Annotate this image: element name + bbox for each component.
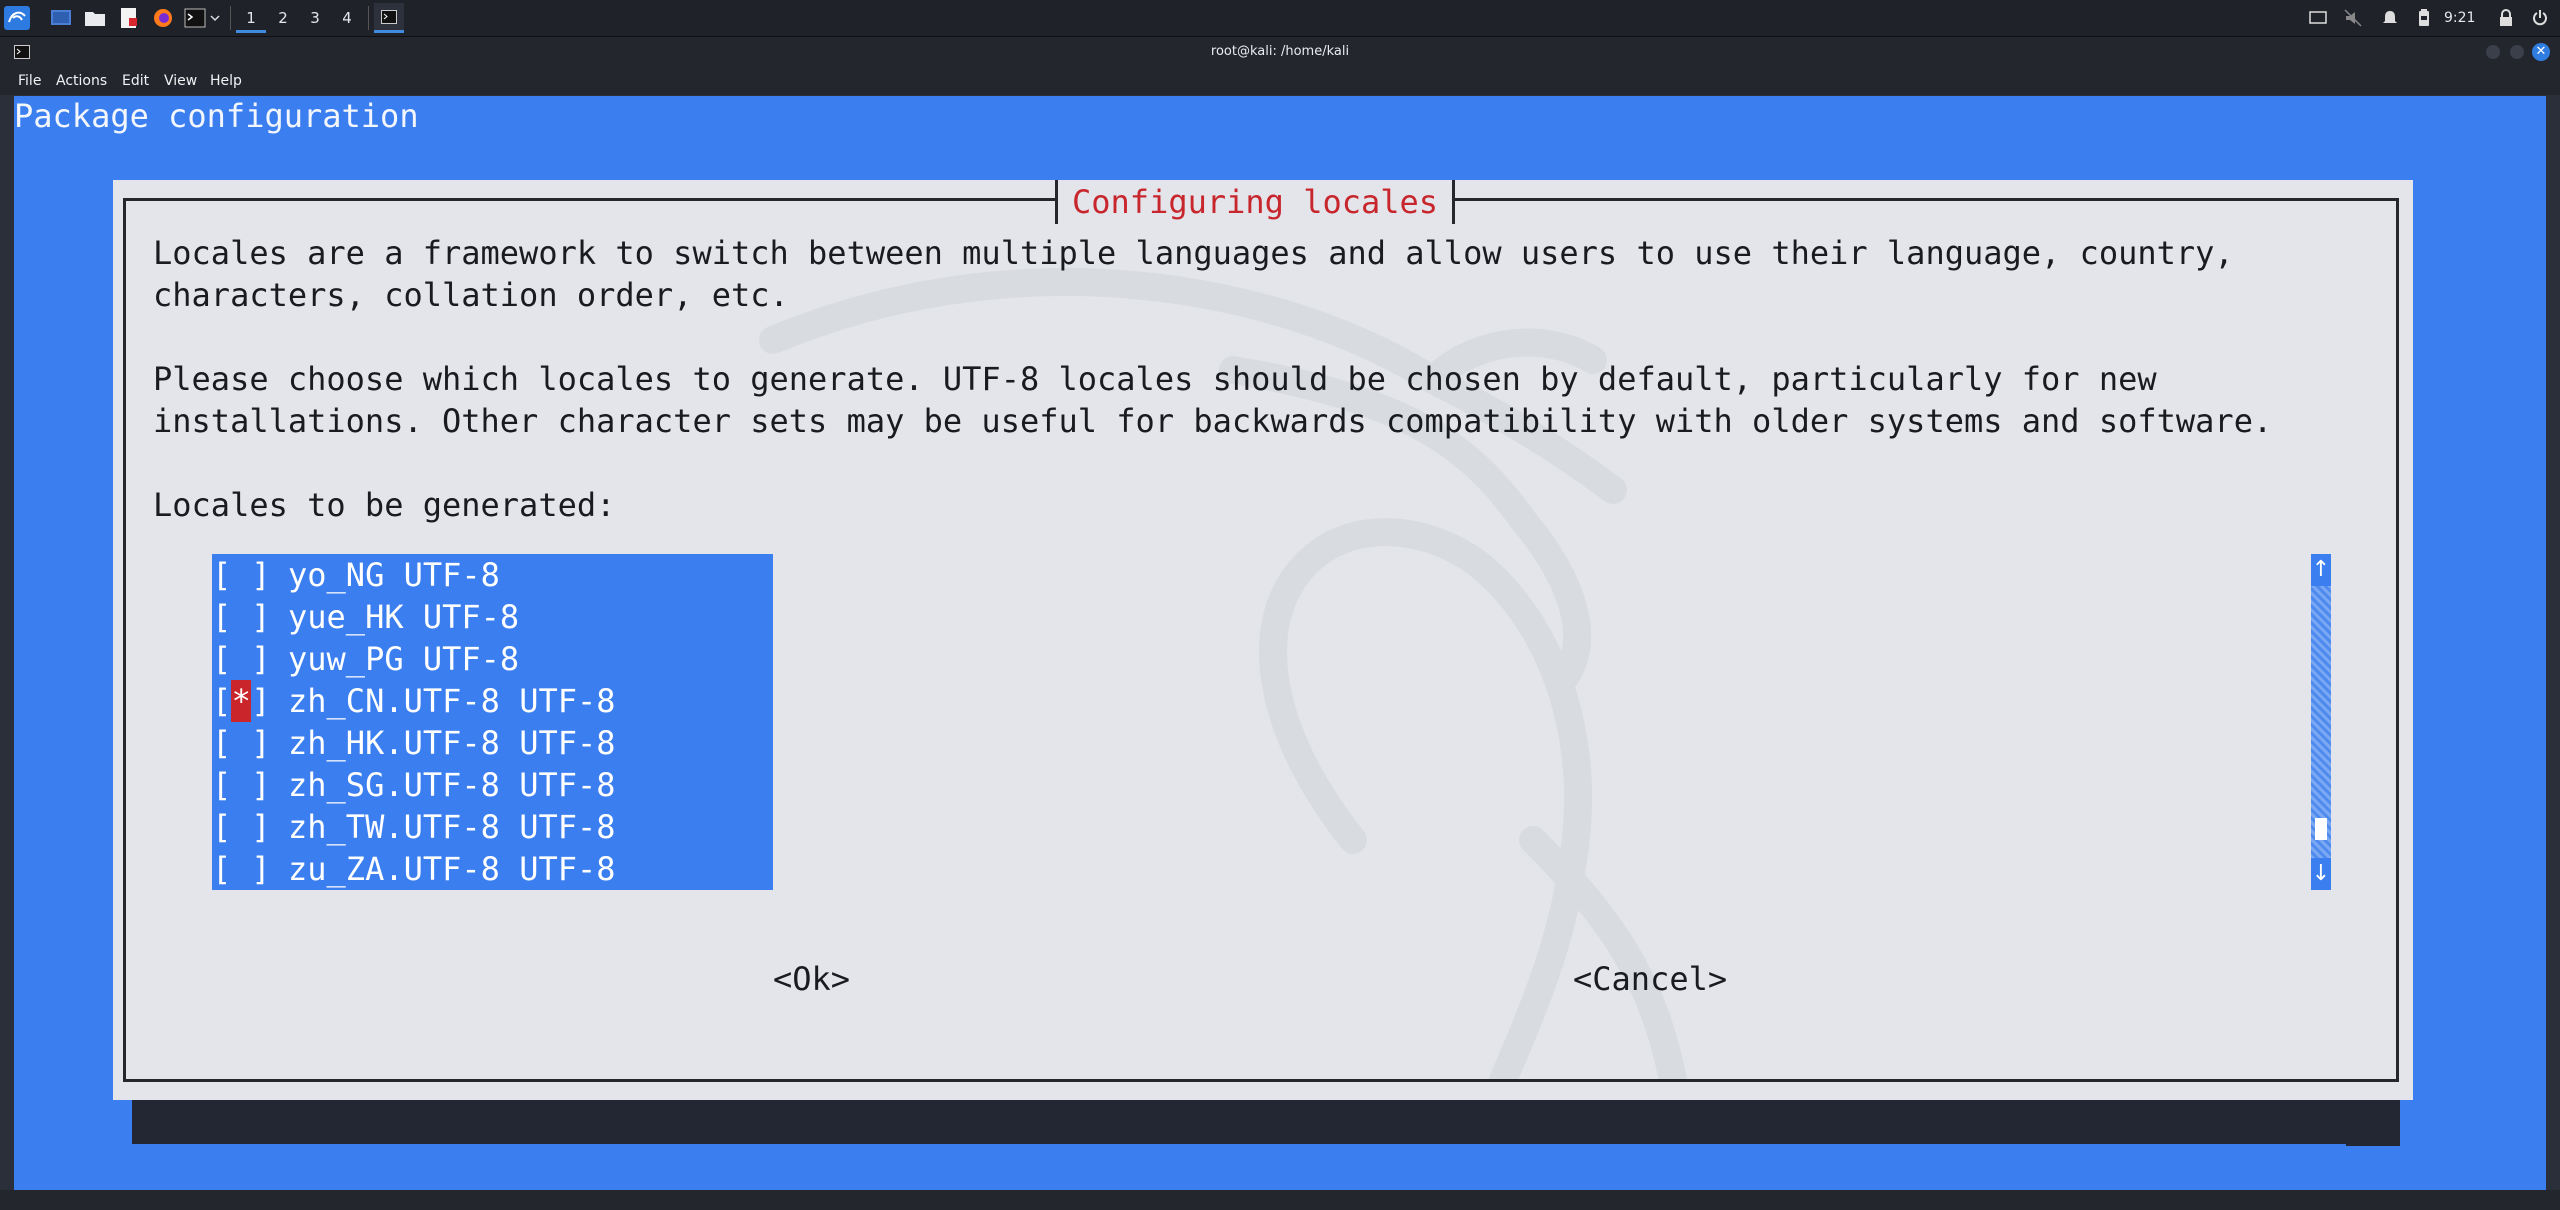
top-panel: 1 2 3 4 9:21 bbox=[0, 0, 2560, 37]
text-editor-icon[interactable] bbox=[118, 6, 140, 30]
workspace-2[interactable]: 2 bbox=[268, 3, 298, 33]
description-line-1: Locales are a framework to switch betwee… bbox=[153, 234, 2234, 272]
logout-icon[interactable] bbox=[2530, 8, 2550, 28]
instruction-line-1: Please choose which locales to generate.… bbox=[153, 360, 2157, 398]
notification-bell-icon[interactable] bbox=[2380, 8, 2400, 28]
locale-label: zh_HK.UTF-8 UTF-8 bbox=[288, 724, 616, 762]
workspace-4[interactable]: 4 bbox=[332, 3, 362, 33]
locale-label: zh_TW.UTF-8 UTF-8 bbox=[288, 808, 616, 846]
locales-dialog: Configuring locales Locales are a framew… bbox=[113, 180, 2413, 1100]
menu-actions[interactable]: Actions bbox=[56, 67, 107, 95]
list-item[interactable]: [ ] zh_TW.UTF-8 UTF-8 bbox=[212, 806, 773, 848]
list-item-selected[interactable]: [*] zh_CN.UTF-8 UTF-8 bbox=[212, 680, 773, 722]
list-item[interactable]: [ ] yuw_PG UTF-8 bbox=[212, 638, 773, 680]
clock[interactable]: 9:21 bbox=[2444, 0, 2475, 36]
window-titlebar[interactable]: root@kali: /home/kali ✕ bbox=[0, 37, 2560, 67]
window-title: root@kali: /home/kali bbox=[1210, 44, 1350, 59]
terminal-area[interactable]: Package configuration Configuring locale… bbox=[14, 96, 2546, 1190]
chevron-down-icon[interactable] bbox=[209, 6, 221, 30]
checkbox[interactable]: [ ] bbox=[212, 596, 288, 638]
maximize-button[interactable] bbox=[2510, 45, 2524, 59]
scroll-thumb[interactable] bbox=[2315, 818, 2327, 840]
dialog-title-box: Configuring locales bbox=[1055, 180, 1456, 224]
package-configuration-header: Package configuration bbox=[14, 97, 419, 135]
locale-label: zh_CN.UTF-8 UTF-8 bbox=[288, 682, 616, 720]
menu-edit[interactable]: Edit bbox=[122, 67, 149, 95]
terminal-icon bbox=[381, 10, 397, 24]
separator bbox=[368, 6, 369, 30]
menu-view[interactable]: View bbox=[164, 67, 197, 95]
scroll-up-arrow-icon[interactable]: ↑ bbox=[2311, 554, 2331, 586]
minimize-button[interactable] bbox=[2486, 45, 2500, 59]
cancel-button[interactable]: <Cancel> bbox=[1573, 958, 1727, 1000]
ok-button[interactable]: <Ok> bbox=[773, 958, 850, 1000]
instruction-line-2: installations. Other character sets may … bbox=[153, 402, 2273, 440]
list-item[interactable]: [ ] zh_SG.UTF-8 UTF-8 bbox=[212, 764, 773, 806]
dialog-title: Configuring locales bbox=[1072, 183, 1439, 221]
checkbox[interactable]: [ ] bbox=[212, 764, 288, 806]
locale-label: yuw_PG UTF-8 bbox=[288, 640, 520, 678]
list-item[interactable]: [ ] yue_HK UTF-8 bbox=[212, 596, 773, 638]
volume-muted-icon[interactable] bbox=[2343, 8, 2363, 28]
description-line-2: characters, collation order, etc. bbox=[153, 276, 789, 314]
lock-screen-icon[interactable] bbox=[2496, 8, 2516, 28]
locales-list[interactable]: [ ] yo_NG UTF-8 [ ] yue_HK UTF-8 [ ] yuw_PG… bbox=[212, 554, 773, 890]
menu-file[interactable]: File bbox=[18, 67, 41, 95]
list-scrollbar[interactable]: ↑ ↓ bbox=[2311, 554, 2331, 890]
workspace-3[interactable]: 3 bbox=[300, 3, 330, 33]
battery-icon[interactable] bbox=[2414, 8, 2434, 28]
close-icon: ✕ bbox=[2535, 44, 2547, 59]
window-bottom-edge bbox=[0, 1190, 2560, 1210]
locale-label: zh_SG.UTF-8 UTF-8 bbox=[288, 766, 616, 804]
list-item[interactable]: [ ] zu_ZA.UTF-8 UTF-8 bbox=[212, 848, 773, 890]
checkbox[interactable]: [ ] bbox=[212, 722, 288, 764]
show-desktop-icon[interactable] bbox=[50, 6, 72, 30]
locale-label: yue_HK UTF-8 bbox=[288, 598, 520, 636]
checkbox[interactable]: [ ] bbox=[212, 638, 288, 680]
list-item[interactable]: [ ] zh_HK.UTF-8 UTF-8 bbox=[212, 722, 773, 764]
checkbox[interactable]: [ ] bbox=[212, 806, 288, 848]
close-button[interactable]: ✕ bbox=[2532, 43, 2550, 61]
locale-label: zu_ZA.UTF-8 UTF-8 bbox=[288, 850, 616, 888]
scroll-down-arrow-icon[interactable]: ↓ bbox=[2311, 858, 2331, 890]
menubar: File Actions Edit View Help bbox=[0, 67, 2560, 95]
checkbox-checked[interactable]: [*] bbox=[212, 680, 288, 722]
locale-label: yo_NG UTF-8 bbox=[288, 556, 500, 594]
file-manager-icon[interactable] bbox=[84, 6, 106, 30]
list-label: Locales to be generated: bbox=[153, 486, 616, 524]
checkbox[interactable]: [ ] bbox=[212, 554, 288, 596]
display-icon[interactable] bbox=[2308, 8, 2328, 28]
taskbar-terminal-button[interactable] bbox=[374, 3, 404, 33]
list-item[interactable]: [ ] yo_NG UTF-8 bbox=[212, 554, 773, 596]
terminal-launcher-icon[interactable] bbox=[184, 6, 206, 30]
firefox-icon[interactable] bbox=[152, 6, 174, 30]
checkbox[interactable]: [ ] bbox=[212, 848, 288, 890]
menu-help[interactable]: Help bbox=[210, 67, 242, 95]
dialog-shadow-bottom bbox=[132, 1096, 2400, 1144]
separator bbox=[230, 6, 231, 30]
kali-menu-icon[interactable] bbox=[4, 6, 30, 30]
workspace-1[interactable]: 1 bbox=[236, 3, 266, 33]
